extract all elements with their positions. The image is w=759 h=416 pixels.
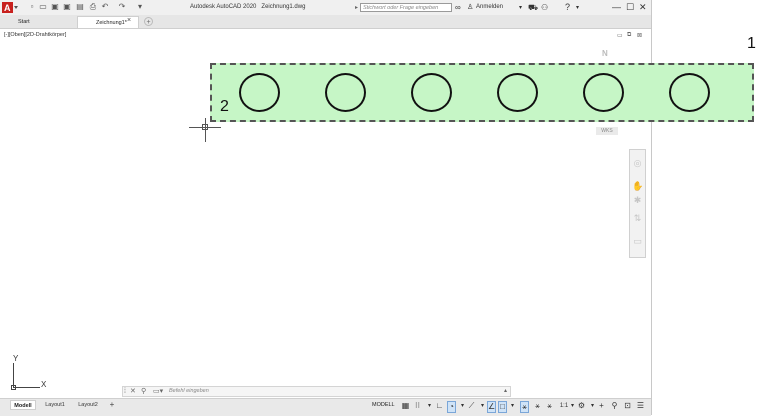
minimize-button[interactable]: — [612,2,621,12]
saveas-icon[interactable]: ▣ [63,3,71,11]
drawing-circle[interactable] [669,73,710,112]
snap-icon[interactable]: ⁝⁝ [413,401,422,411]
file-name: Zeichnung1.dwg [261,4,306,10]
annotation-monitor-icon[interactable]: + [597,401,606,411]
new-tab-button[interactable]: + [144,17,153,26]
help-dropdown-icon[interactable]: ▾ [576,4,579,11]
workspace-dropdown-icon[interactable]: ▾ [588,401,597,411]
autocad-logo-icon[interactable]: A [2,2,18,13]
binoculars-icon[interactable]: ∞ [455,3,461,12]
maximize-button[interactable]: ☐ [626,2,634,12]
wcs-indicator[interactable]: WKS [596,127,618,135]
viewcube-north-label[interactable]: N [602,49,608,58]
ucs-y-label: Y [13,354,19,363]
app-title: Autodesk AutoCAD 2020 [190,4,257,10]
tab-layout1[interactable]: Layout1 [42,400,68,410]
crosshair-pickbox [202,124,208,130]
tab-model[interactable]: Modell [10,400,36,410]
cart-icon[interactable]: ⛟ [528,3,538,13]
zoom-icon[interactable]: ✱ [632,195,643,206]
close-button[interactable]: ✕ [639,2,647,12]
search-expand-icon[interactable]: ▸ [355,4,358,11]
drawing-circle[interactable] [239,73,280,112]
units-icon[interactable]: ⚲ [610,401,619,411]
drawing-circle[interactable] [497,73,538,112]
svg-text:A: A [4,3,11,13]
ortho-icon[interactable]: ∟ [435,401,444,411]
showmotion-icon[interactable]: ▭ [632,236,643,247]
user-icon[interactable]: ♙ [467,3,473,11]
login-button[interactable]: Anmelden [476,4,503,10]
autoscale-icon[interactable]: ⚹ [533,401,542,411]
new-icon[interactable]: ▫ [28,3,36,11]
annotation-marker-1: 1 [747,35,756,52]
object-snap-dropdown-icon[interactable]: ▾ [508,401,517,411]
undo-icon[interactable]: ↶ [101,3,109,11]
workspace-gear-icon[interactable]: ⚙ [577,401,586,411]
command-expand-icon[interactable]: ▴ [504,387,507,396]
viewport-minimize-icon[interactable]: ▭ [617,32,623,39]
plot-icon[interactable]: ⎙ [89,3,97,11]
drawing-circle[interactable] [325,73,366,112]
annotation-marker-2: 2 [220,98,229,115]
ucs-x-label: X [41,380,47,389]
window-title: Autodesk AutoCAD 2020 Zeichnung1.dwg [190,4,305,10]
command-settings-icon[interactable]: ⚲ [141,387,146,396]
command-input[interactable]: Befehl eingeben [169,388,209,394]
clean-screen-icon[interactable]: ⊡ [623,401,632,411]
help-icon[interactable]: ? [565,2,570,12]
isodraft-dropdown-icon[interactable]: ▾ [478,401,487,411]
ucs-origin-icon [11,385,16,390]
ucs-y-axis [13,363,14,387]
annotation-scale-icon[interactable]: ⚹ [545,401,554,411]
drawing-circle[interactable] [583,73,624,112]
polar-icon[interactable]: ◔ [447,401,456,413]
add-layout-button[interactable]: + [108,400,116,410]
crosshair-vertical [205,118,206,142]
snap-dropdown-icon[interactable]: ▾ [425,401,434,411]
polar-dropdown-icon[interactable]: ▾ [458,401,467,411]
drawing-circle[interactable] [411,73,452,112]
isodraft-icon[interactable]: ⟋ [467,401,476,411]
viewport-restore-icon[interactable]: ⧉ [627,32,631,39]
customization-menu-icon[interactable]: ☰ [636,401,645,411]
command-grip-icon[interactable]: ⁞ [124,387,126,396]
pan-icon[interactable]: ✋ [632,181,643,192]
viewport-controls-label[interactable]: [-][Oben][2D-Drahtkörper] [4,32,66,38]
connect-icon[interactable]: ⚇ [541,3,548,12]
steeringwheel-icon[interactable]: ◎ [632,158,643,169]
search-input[interactable]: Stichwort oder Frage eingeben [360,3,452,12]
save-icon[interactable]: ▣ [51,3,59,11]
close-tab-icon[interactable]: × [127,17,131,24]
ucs-x-axis [13,387,40,388]
command-close-icon[interactable]: ✕ [130,387,136,396]
viewport-close-icon[interactable]: ⊠ [637,32,642,39]
tab-layout2[interactable]: Layout2 [75,400,101,410]
print-icon[interactable]: ▤ [76,3,84,11]
model-space-toggle[interactable]: MODELL [372,402,395,408]
object-snap-tracking-icon[interactable]: ∠ [487,401,496,413]
orbit-icon[interactable]: ⇅ [632,213,643,224]
annotation-visibility-icon[interactable]: ⚹ [520,401,529,413]
tab-start[interactable]: Start [0,16,76,28]
object-snap-icon[interactable]: □ [498,401,507,413]
scale-dropdown-icon[interactable]: ▾ [568,401,577,411]
title-bar [0,0,651,15]
grid-icon[interactable]: ▦ [401,401,410,411]
login-dropdown-icon[interactable]: ▾ [519,4,522,11]
redo-icon[interactable]: ↷ [118,3,126,11]
customize-icon[interactable]: ▾ [136,3,144,11]
open-icon[interactable]: ▭ [39,3,47,11]
command-history-icon[interactable]: ▭▾ [153,387,163,396]
